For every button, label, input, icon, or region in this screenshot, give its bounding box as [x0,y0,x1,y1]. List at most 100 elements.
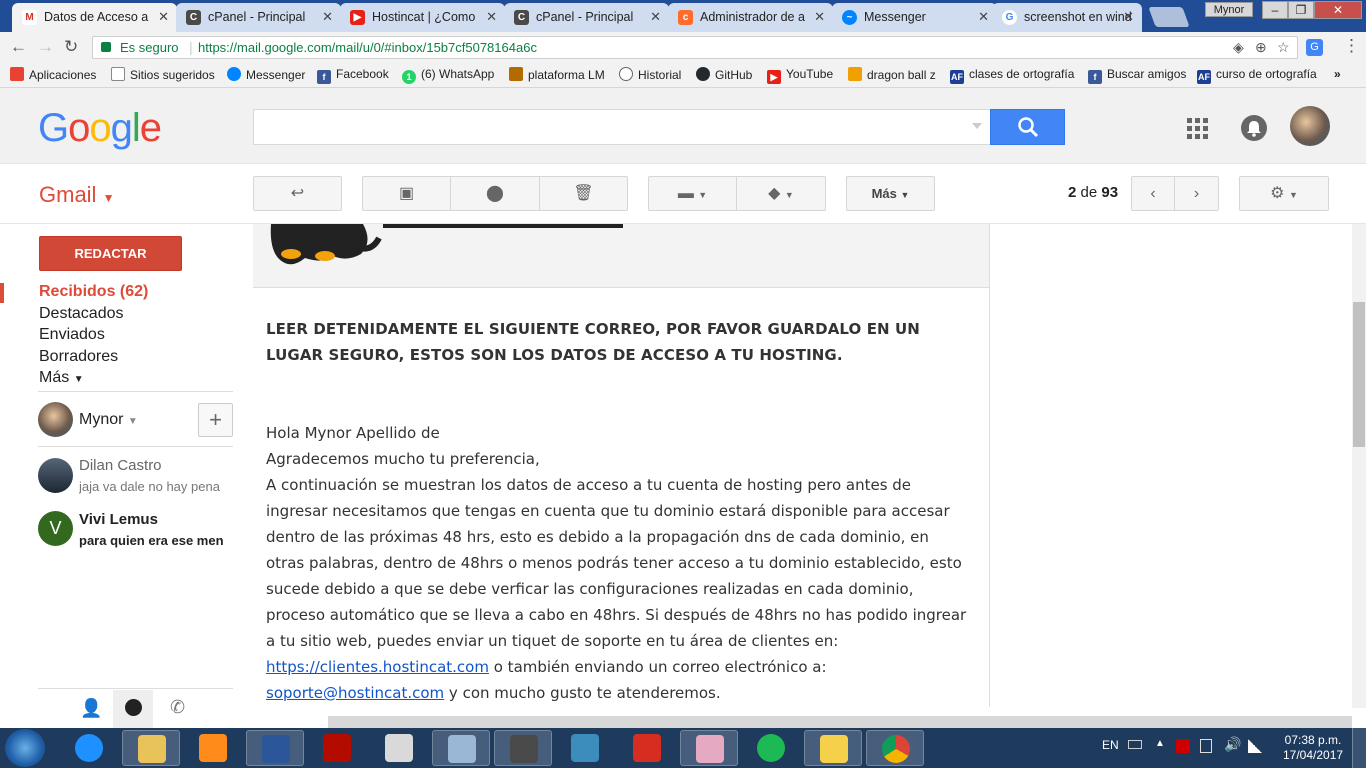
menu-icon[interactable]: ⋮ [1343,37,1360,55]
nav-inbox[interactable]: Recibidos (62) [39,283,148,301]
vertical-scrollbar[interactable] [1352,224,1366,708]
move-to-button[interactable]: ▬ ▼ [648,176,737,211]
taskbar-sourcetree[interactable] [556,730,614,766]
close-icon[interactable]: ✕ [158,3,169,31]
close-icon[interactable]: ✕ [814,3,825,31]
zoom-icon[interactable]: ⊕ [1255,39,1267,56]
forward-icon[interactable]: → [37,38,54,56]
gmail-menu[interactable]: Gmail ▼ [39,182,114,208]
report-spam-button[interactable]: ⬤ [450,176,540,211]
taskbar-anime[interactable] [680,730,738,766]
taskbar-photos[interactable] [804,730,862,766]
close-icon[interactable]: ✕ [322,3,333,31]
mcafee-icon[interactable] [1176,739,1190,753]
back-to-inbox-button[interactable]: ↩ [253,176,342,211]
horizontal-scrollbar[interactable] [328,716,1352,728]
labels-button[interactable]: ◆ ▼ [736,176,826,211]
back-icon[interactable]: ← [10,38,27,56]
bookmark-github[interactable]: GitHub [696,67,752,82]
contact-name[interactable]: Vivi Lemus [79,511,158,528]
url-text[interactable]: https://mail.google.com/mail/u/0/#inbox/… [198,40,537,55]
google-logo[interactable]: Google [38,106,162,151]
taskbar-chrome[interactable] [866,730,924,766]
bookmark-plataforma-lm[interactable]: plataforma LM [509,67,605,82]
address-bar[interactable]: Es seguro | https://mail.google.com/mail… [92,36,1298,59]
bookmark-buscar-amigos[interactable]: f Buscar amigos [1088,67,1186,84]
phone-icon[interactable]: ✆ [170,697,185,718]
close-icon[interactable]: ✕ [650,3,661,31]
reload-icon[interactable]: ↻ [64,38,78,56]
search-button[interactable] [990,109,1065,145]
delete-button[interactable]: 🗑 [539,176,628,211]
profile-chip[interactable]: Mynor [1205,2,1253,17]
close-icon[interactable]: ✕ [978,3,989,31]
taskbar-game[interactable] [370,730,428,766]
taskbar-sublime[interactable] [494,730,552,766]
older-button[interactable]: › [1174,176,1219,211]
tab-screenshot[interactable]: G screenshot en wind ✕ [992,3,1142,32]
tab-hostincat[interactable]: ▶ Hostincat | ¿Como ✕ [340,3,505,32]
bookmark-youtube[interactable]: ▶ YouTube [767,67,833,84]
taskbar-media[interactable] [184,730,242,766]
tab-cpanel-2[interactable]: C cPanel - Principal ✕ [504,3,669,32]
support-email-link[interactable]: soporte@hostincat.com [266,684,444,702]
close-icon[interactable]: ✕ [486,3,497,31]
volume-icon[interactable]: 🔊 [1224,736,1241,753]
search-input[interactable] [253,109,991,145]
maximize-button[interactable]: ❐ [1288,1,1314,19]
new-tab-button[interactable] [1148,7,1190,27]
show-hidden-icons[interactable]: ▲ [1155,738,1165,749]
newer-button[interactable]: ‹ [1131,176,1175,211]
bookmark-whatsapp[interactable]: 1 (6) WhatsApp [402,67,494,84]
taskbar-acrobat[interactable] [308,730,366,766]
bookmark-messenger[interactable]: Messenger [227,67,305,82]
bookmark-clases-ortografia[interactable]: AF clases de ortografía [950,67,1074,84]
device-icon[interactable] [1200,739,1212,753]
vertical-scroll-thumb[interactable] [1353,302,1365,447]
nav-drafts[interactable]: Borradores [39,348,118,366]
taskbar-word[interactable] [246,730,304,766]
compose-button[interactable]: REDACTAR [39,236,182,271]
account-avatar[interactable] [1290,106,1330,146]
hangouts-tab[interactable] [113,690,153,728]
contact-avatar[interactable]: V [38,511,73,546]
contact-name[interactable]: Dilan Castro [79,457,162,474]
bookmark-curso-ortografia[interactable]: AF curso de ortografía [1197,67,1317,84]
tab-gmail[interactable]: M Datos de Acceso a ✕ [12,3,177,32]
close-window-button[interactable]: ✕ [1314,1,1362,19]
language-indicator[interactable]: EN [1102,738,1119,752]
taskbar-spotify[interactable] [742,730,800,766]
bookmark-dragon-ball-z[interactable]: dragon ball z [848,67,936,82]
star-icon[interactable]: ☆ [1277,39,1290,56]
hangouts-self-name[interactable]: Mynor ▼ [79,411,138,429]
settings-button[interactable]: ⚙ ▼ [1239,176,1329,211]
start-button[interactable] [5,729,45,767]
more-actions-button[interactable]: Más ▼ [846,176,935,211]
network-icon[interactable] [1248,739,1262,753]
archive-button[interactable]: ▣ [362,176,451,211]
keyboard-tray-icon[interactable] [1128,740,1142,749]
bookmark-apps[interactable]: Aplicaciones [10,67,96,82]
contact-avatar[interactable] [38,458,73,493]
show-desktop-button[interactable] [1352,728,1366,768]
nav-more[interactable]: Más ▼ [39,369,84,387]
bookmark-facebook[interactable]: f Facebook [317,67,389,84]
nav-sent[interactable]: Enviados [39,326,105,344]
taskbar-ie[interactable] [60,730,118,766]
apps-grid-icon[interactable] [1187,118,1208,139]
client-area-link[interactable]: https://clientes.hostincat.com [266,658,489,676]
translate-icon[interactable]: G [1306,39,1323,56]
taskbar-explorer[interactable] [122,730,180,766]
close-icon[interactable]: ✕ [1123,3,1134,31]
taskbar-keyboard[interactable] [432,730,490,766]
nav-starred[interactable]: Destacados [39,305,124,323]
bookmarks-overflow[interactable]: » [1334,67,1341,81]
contacts-person-icon[interactable]: 👤 [80,698,102,719]
taskbar-mario[interactable] [618,730,676,766]
system-clock[interactable]: 07:38 p.m. 17/04/2017 [1283,733,1343,763]
eye-icon[interactable]: ◈ [1233,39,1244,56]
bookmark-sitios-sugeridos[interactable]: Sitios sugeridos [111,67,215,82]
tab-messenger[interactable]: ~ Messenger ✕ [832,3,997,32]
tab-administrador[interactable]: c Administrador de a ✕ [668,3,833,32]
search-options-dropdown[interactable] [972,123,982,129]
